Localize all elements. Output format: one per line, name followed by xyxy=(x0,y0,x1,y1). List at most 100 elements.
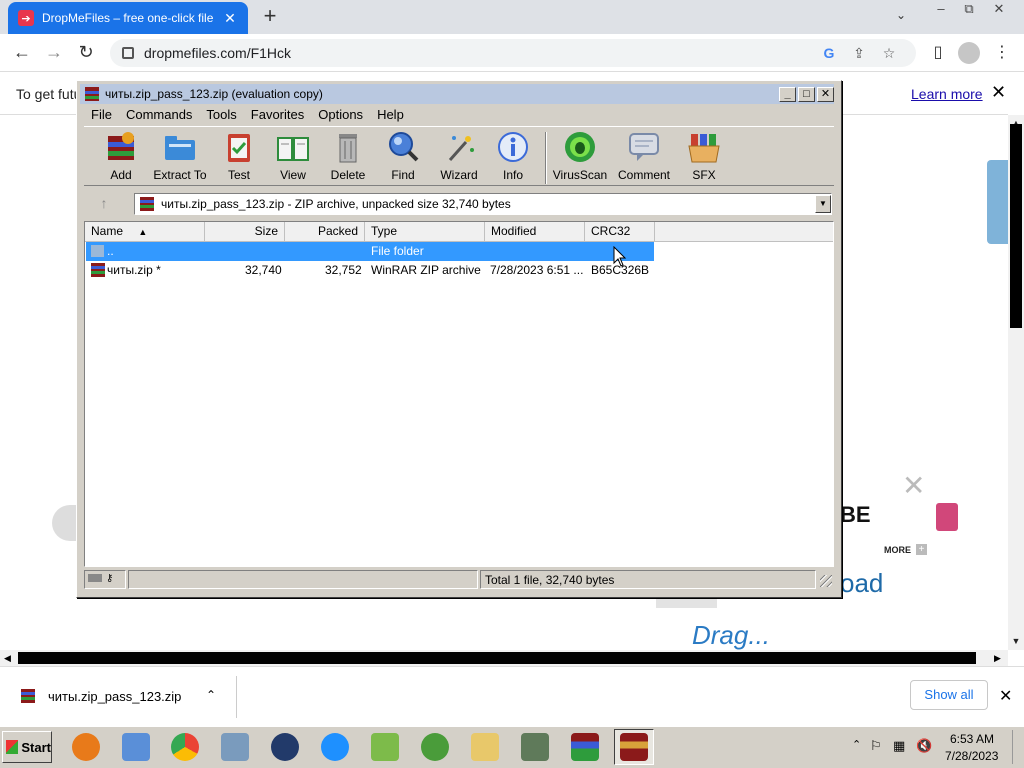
taskbar-chrome-icon[interactable] xyxy=(165,729,205,765)
comment-bubble-icon xyxy=(627,130,661,164)
path-dropdown-arrow-icon[interactable]: ▼ xyxy=(815,195,831,213)
clock-date[interactable]: 7/28/2023 xyxy=(945,749,998,763)
column-header-packed[interactable]: Packed xyxy=(285,222,365,242)
tab-close-icon[interactable]: ✕ xyxy=(222,10,238,27)
winrar-zip-file-icon xyxy=(90,263,106,283)
tool-test-button[interactable]: Test xyxy=(209,130,269,182)
forward-arrow-icon[interactable]: → xyxy=(42,40,66,64)
download-file-name[interactable]: читы.zip_pass_123.zip xyxy=(48,689,181,704)
tool-comment-button[interactable]: Comment xyxy=(614,130,674,182)
browser-tab[interactable]: ➔ DropMeFiles – free one-click file ✕ xyxy=(8,2,248,34)
horizontal-scroll-thumb[interactable] xyxy=(18,652,976,664)
menu-kebab-icon[interactable]: ⋮ xyxy=(990,42,1014,64)
drive-icon xyxy=(88,574,102,582)
sort-ascending-icon: ▲ xyxy=(138,227,148,237)
downloads-close-icon[interactable]: ✕ xyxy=(999,686,1012,706)
download-chevron-up-icon[interactable]: ⌃ xyxy=(206,688,216,702)
window-restore-button[interactable]: ⧉ xyxy=(952,0,986,18)
winrar-title-bar[interactable]: читы.zip_pass_123.zip (evaluation copy) … xyxy=(80,84,834,104)
taskbar-winrar-active-icon[interactable] xyxy=(614,729,654,765)
resize-grip-icon[interactable] xyxy=(820,575,832,587)
row-name: .. xyxy=(107,244,114,258)
column-header-modified[interactable]: Modified xyxy=(485,222,585,242)
tool-sfx-button[interactable]: SFX xyxy=(674,130,734,182)
window-close-button[interactable]: ✕ xyxy=(982,0,1016,18)
column-name-label: Name xyxy=(91,224,124,238)
delete-trash-icon xyxy=(331,130,365,164)
page-close-icon[interactable]: ✕ xyxy=(902,469,925,502)
taskbar-monitor-icon[interactable] xyxy=(515,729,555,765)
bookmark-star-icon[interactable]: ☆ xyxy=(874,45,904,62)
menu-favorites[interactable]: Favorites xyxy=(244,107,311,122)
drag-script-text: Drag... xyxy=(692,620,771,650)
virusscan-bug-icon xyxy=(563,130,597,164)
tool-info-button[interactable]: Info xyxy=(483,130,543,182)
menu-file[interactable]: File xyxy=(84,107,119,122)
tool-delete-button[interactable]: Delete xyxy=(318,130,378,182)
menu-help[interactable]: Help xyxy=(370,107,411,122)
up-one-level-arrow-icon[interactable]: ↑ xyxy=(92,195,116,213)
start-label: Start xyxy=(21,739,51,755)
new-tab-button[interactable]: + xyxy=(258,4,282,28)
info-bar-close-icon[interactable]: ✕ xyxy=(991,82,1006,103)
share-icon[interactable]: ⇪ xyxy=(844,45,874,62)
tool-virusscan-button[interactable]: VirusScan xyxy=(550,130,610,182)
more-plus-icon[interactable]: + xyxy=(916,544,927,555)
profile-avatar-icon[interactable] xyxy=(958,42,980,64)
winrar-close-button[interactable]: ✕ xyxy=(817,86,834,102)
start-button[interactable]: Start xyxy=(2,731,52,763)
winrar-maximize-button[interactable]: □ xyxy=(798,86,815,102)
taskbar-winrar-icon[interactable] xyxy=(565,729,605,765)
tray-flag-icon[interactable]: ⚐ xyxy=(870,738,882,754)
menu-options[interactable]: Options xyxy=(311,107,370,122)
archive-path-dropdown[interactable]: читы.zip_pass_123.zip - ZIP archive, unp… xyxy=(134,193,832,215)
more-link[interactable]: MORE xyxy=(884,545,911,555)
address-bar[interactable]: dropmefiles.com/F1Hck G ⇪ ☆ xyxy=(110,39,916,67)
google-icon[interactable]: G xyxy=(814,45,844,61)
show-desktop-button[interactable] xyxy=(1012,730,1022,764)
table-row[interactable]: .. File folder xyxy=(86,242,654,261)
tool-extract-to-button[interactable]: Extract To xyxy=(150,130,210,182)
scroll-down-arrow-icon[interactable]: ▼ xyxy=(1010,636,1022,646)
taskbar-utorrent-icon[interactable] xyxy=(415,729,455,765)
taskbar-folder-icon[interactable] xyxy=(465,729,505,765)
tool-add-button[interactable]: Add xyxy=(91,130,151,182)
show-all-button[interactable]: Show all xyxy=(910,680,988,710)
taskbar-paint-icon[interactable] xyxy=(116,729,156,765)
column-header-type[interactable]: Type xyxy=(365,222,485,242)
tool-view-button[interactable]: View xyxy=(263,130,323,182)
menu-commands[interactable]: Commands xyxy=(119,107,199,122)
taskbar-ie-icon[interactable] xyxy=(315,729,355,765)
back-arrow-icon[interactable]: ← xyxy=(10,40,34,64)
taskbar-lock-icon[interactable] xyxy=(265,729,305,765)
column-header-crc32[interactable]: CRC32 xyxy=(585,222,655,242)
scroll-left-arrow-icon[interactable]: ◀ xyxy=(4,653,11,664)
tab-search-chevron-icon[interactable]: ⌄ xyxy=(896,8,906,22)
tray-volume-muted-icon[interactable]: 🔇 xyxy=(916,738,932,754)
column-header-size[interactable]: Size xyxy=(205,222,285,242)
url-text[interactable]: dropmefiles.com/F1Hck xyxy=(144,45,814,61)
side-panel-icon[interactable]: ▯ xyxy=(926,42,950,64)
taskbar-search-icon[interactable] xyxy=(66,729,106,765)
tray-network-icon[interactable]: ▦ xyxy=(893,738,905,754)
tool-wizard-button[interactable]: Wizard xyxy=(429,130,489,182)
winrar-minimize-button[interactable]: _ xyxy=(779,86,796,102)
tool-delete-label: Delete xyxy=(330,168,366,182)
tray-expand-icon[interactable]: ⌃ xyxy=(852,738,861,751)
reload-icon[interactable]: ↻ xyxy=(74,40,98,64)
column-header-name[interactable]: Name ▲ xyxy=(85,222,205,242)
scroll-right-arrow-icon[interactable]: ▶ xyxy=(994,653,1001,664)
winrar-app-icon xyxy=(85,87,99,101)
clock-time[interactable]: 6:53 AM xyxy=(950,732,994,746)
taskbar-network-icon[interactable] xyxy=(215,729,255,765)
side-like-widget[interactable] xyxy=(987,160,1008,244)
vertical-scroll-thumb[interactable] xyxy=(1010,124,1022,328)
tool-add-label: Add xyxy=(110,168,132,182)
taskbar-chart-app-icon[interactable] xyxy=(365,729,405,765)
learn-more-link[interactable]: Learn more xyxy=(911,86,983,102)
menu-tools[interactable]: Tools xyxy=(199,107,243,122)
table-row[interactable]: читы.zip * 32,740 32,752 WinRAR ZIP arch… xyxy=(86,261,654,280)
page-pink-widget-icon[interactable] xyxy=(936,503,958,531)
tool-find-button[interactable]: Find xyxy=(373,130,433,182)
status-drive-icons[interactable]: ⚷ xyxy=(84,570,126,589)
